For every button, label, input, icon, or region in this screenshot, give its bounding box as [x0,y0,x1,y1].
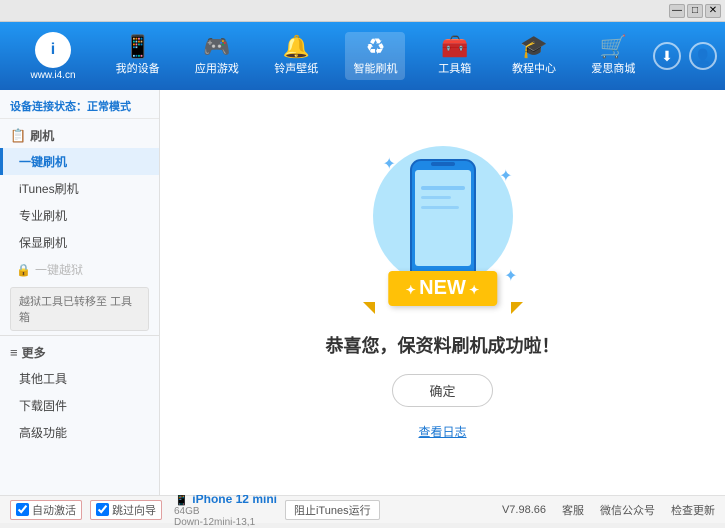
new-badge: NEW [388,271,497,306]
update-link[interactable]: 检查更新 [671,502,715,518]
lock-icon: 🔒 [16,263,31,277]
goto-today-link[interactable]: 查看日志 [418,423,466,440]
auto-start-checkbox[interactable] [16,503,29,516]
nav-apps-games[interactable]: 🎮 应用游戏 [187,32,247,80]
status-bottom: 自动激活 跳过向导 📱 iPhone 12 mini 64GB Down-12m… [0,495,725,523]
nav-my-device-icon: 📱 [124,36,151,58]
maximize-button[interactable]: □ [687,4,703,18]
ribbon-left [363,302,375,314]
stop-itunes-button[interactable]: 阻止iTunes运行 [285,500,380,520]
nav-toolbox[interactable]: 🧰 工具箱 [425,32,485,80]
nav-toolbox-label: 工具箱 [438,60,471,76]
flash-section-icon: 📋 [10,128,26,144]
status-value: 正常模式 [87,101,131,113]
status-bottom-left: 自动激活 跳过向导 📱 iPhone 12 mini 64GB Down-12m… [10,492,502,528]
section-more-header: ≡ 更多 [0,340,159,365]
status-label: 设备连接状态： [10,101,87,113]
nav-right: ⬇ 👤 [653,42,717,70]
device-info: 📱 iPhone 12 mini 64GB Down-12mini-13,1 [174,492,277,528]
nav-apps-icon: 🎮 [203,36,230,58]
device-status: 设备连接状态：正常模式 [0,94,159,119]
sidebar-item-advanced[interactable]: 高级功能 [0,419,159,446]
success-title: 恭喜您，保资料刷机成功啦！ [326,332,560,358]
nav-items: 📱 我的设备 🎮 应用游戏 🔔 铃声壁纸 ♻ 智能刷机 🧰 工具箱 🎓 教程中心… [98,32,653,80]
main-container: 设备连接状态：正常模式 📋 刷机 一键刷机 iTunes刷机 专业刷机 保显刷机… [0,90,725,495]
more-section-icon: ≡ [10,345,18,360]
sidebar-divider [0,335,159,336]
sparkle-3: ✦ [504,266,517,286]
logo-icon: i [35,32,71,68]
logo-area: i www.i4.cn [8,32,98,81]
jailbreak-notice: 越狱工具已转移至 工具箱 [10,287,149,331]
phone-illustration: NEW ✦ ✦ ✦ [363,146,523,316]
nav-ringtone-icon: 🔔 [283,36,310,58]
minimize-button[interactable]: — [669,4,685,18]
auto-start-checkbox-label[interactable]: 自动激活 [10,500,82,520]
sparkle-2: ✦ [499,166,512,186]
nav-store[interactable]: 🛒 爱思商城 [583,32,643,80]
nav-my-device-label: 我的设备 [116,60,160,76]
sidebar-item-download-firmware[interactable]: 下载固件 [0,392,159,419]
nav-store-label: 爱思商城 [591,60,635,76]
title-bar: — □ ✕ [0,0,725,22]
nav-ringtone-label: 铃声壁纸 [274,60,318,76]
header: i www.i4.cn 📱 我的设备 🎮 应用游戏 🔔 铃声壁纸 ♻ 智能刷机 … [0,22,725,90]
user-button[interactable]: 👤 [689,42,717,70]
nav-ringtone[interactable]: 🔔 铃声壁纸 [266,32,326,80]
skip-wizard-label: 跳过向导 [112,502,156,518]
nav-smart-flash[interactable]: ♻ 智能刷机 [345,32,405,80]
nav-tutorial-label: 教程中心 [512,60,556,76]
nav-flash-icon: ♻ [366,36,386,58]
sidebar: 设备连接状态：正常模式 📋 刷机 一键刷机 iTunes刷机 专业刷机 保显刷机… [0,90,160,495]
sidebar-item-other-tools[interactable]: 其他工具 [0,365,159,392]
sidebar-item-one-key-flash[interactable]: 一键刷机 [0,148,159,175]
auto-start-label: 自动激活 [32,502,76,518]
sidebar-item-itunes-flash[interactable]: iTunes刷机 [0,175,159,202]
skip-wizard-checkbox[interactable] [96,503,109,516]
device-version: Down-12mini-13,1 [174,517,277,528]
status-bottom-right: V7.98.66 客服 微信公众号 检查更新 [502,502,715,518]
phone-svg [403,156,483,286]
flash-section-label: 刷机 [30,127,54,144]
version-label: V7.98.66 [502,504,546,516]
confirm-button[interactable]: 确定 [392,374,492,407]
more-section-label: 更多 [22,344,46,361]
close-button[interactable]: ✕ [705,4,721,18]
skip-wizard-checkbox-label[interactable]: 跳过向导 [90,500,162,520]
wechat-link[interactable]: 微信公众号 [600,502,655,518]
nav-tutorial-icon: 🎓 [520,36,547,58]
section-flash-header: 📋 刷机 [0,123,159,148]
ribbon-right [511,302,523,314]
sparkle-1: ✦ [383,154,396,174]
logo-url: www.i4.cn [30,70,75,81]
nav-tutorial[interactable]: 🎓 教程中心 [504,32,564,80]
nav-toolbox-icon: 🧰 [441,36,468,58]
content-area: NEW ✦ ✦ ✦ 恭喜您，保资料刷机成功啦！ 确定 查看日志 [160,90,725,495]
device-storage: 64GB [174,506,277,517]
sidebar-item-pro-flash[interactable]: 专业刷机 [0,202,159,229]
nav-my-device[interactable]: 📱 我的设备 [108,32,168,80]
sidebar-item-save-flash[interactable]: 保显刷机 [0,229,159,256]
download-button[interactable]: ⬇ [653,42,681,70]
success-content: NEW ✦ ✦ ✦ 恭喜您，保资料刷机成功啦！ 确定 查看日志 [326,146,560,440]
nav-flash-label: 智能刷机 [353,60,397,76]
nav-apps-label: 应用游戏 [195,60,239,76]
service-link[interactable]: 客服 [562,502,584,518]
nav-store-icon: 🛒 [600,36,627,58]
sidebar-item-jailbreak: 🔒 一键越狱 [0,256,159,283]
